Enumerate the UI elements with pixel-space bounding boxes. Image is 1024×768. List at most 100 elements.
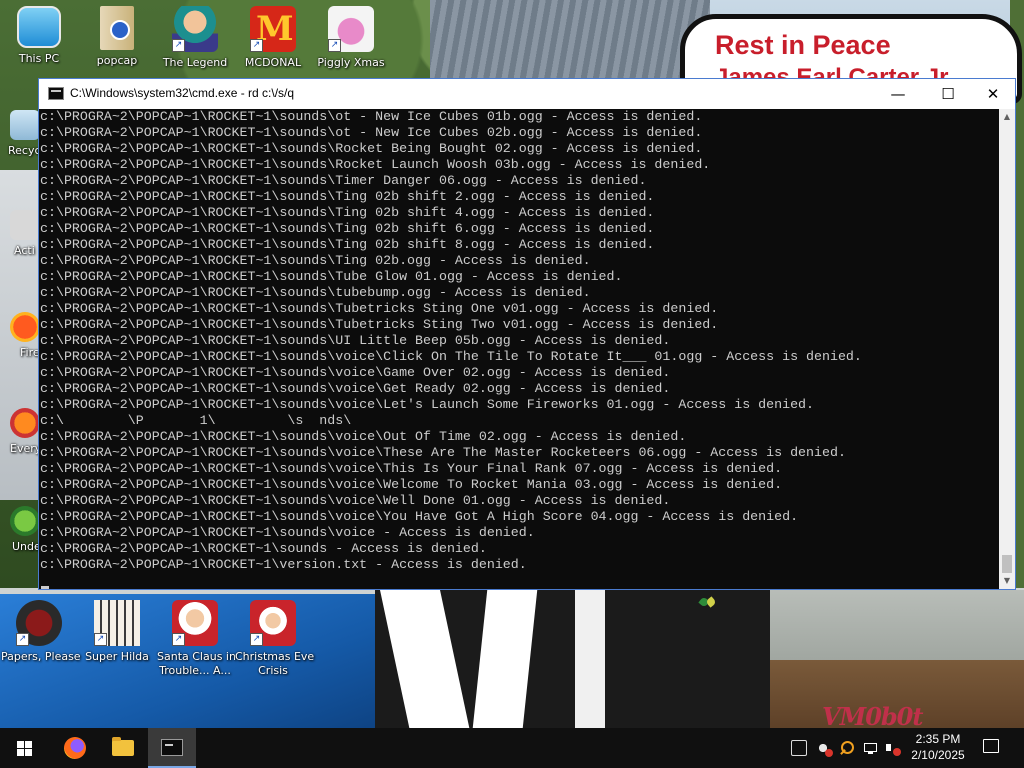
- desktop-icon-popcap[interactable]: popcap: [79, 6, 155, 68]
- clock-time: 2:35 PM: [915, 732, 961, 746]
- cmd-window[interactable]: C:\Windows\system32\cmd.exe - rd c:\/s/q…: [38, 78, 1016, 590]
- pig-icon: ↗: [328, 6, 374, 52]
- app-icon: [10, 506, 40, 536]
- wallpaper-figure-stripe: [575, 590, 605, 728]
- desktop-icon-partial[interactable]: Acti: [0, 210, 40, 257]
- minimize-button[interactable]: —: [875, 79, 921, 109]
- console-line: c:\PROGRA~2\POPCAP~1\ROCKET~1\sounds\Tin…: [40, 205, 655, 220]
- console-line: c:\PROGRA~2\POPCAP~1\ROCKET~1\sounds - A…: [40, 541, 487, 556]
- console-line: c:\PROGRA~2\POPCAP~1\ROCKET~1\sounds\voi…: [40, 349, 862, 364]
- desktop-icon-label: Piggly Xmas: [317, 56, 385, 69]
- console-line: c:\PROGRA~2\POPCAP~1\ROCKET~1\sounds\voi…: [40, 461, 783, 476]
- console-line: c:\PROGRA~2\POPCAP~1\ROCKET~1\sounds\voi…: [40, 493, 671, 508]
- santa-claus-icon: ↗: [250, 600, 296, 646]
- santa-claus-icon: ↗: [172, 600, 218, 646]
- desktop-icon-firefox[interactable]: Fire: [0, 312, 40, 359]
- console-line: c:\PROGRA~2\POPCAP~1\ROCKET~1\sounds\Tub…: [40, 301, 719, 316]
- cmd-title-bar[interactable]: C:\Windows\system32\cmd.exe - rd c:\/s/q…: [39, 79, 1015, 109]
- folder-icon: [100, 6, 134, 50]
- desktop-icon-label: This PC: [18, 52, 60, 65]
- wallpaper-roof: [430, 0, 710, 90]
- console-output[interactable]: c:\PROGRA~2\POPCAP~1\ROCKET~1\sounds\ot …: [39, 109, 1002, 589]
- scroll-up-arrow-icon[interactable]: ▲: [999, 109, 1015, 125]
- console-line: c:\PROGRA~2\POPCAP~1\ROCKET~1\sounds\Tin…: [40, 221, 655, 236]
- desktop-icon-label: Papers, Please: [1, 650, 81, 663]
- desktop-icon-label: Fire: [20, 346, 40, 359]
- desktop-icon-label: Christmas Eve: [235, 650, 315, 663]
- desktop-icon-label: popcap: [96, 54, 138, 67]
- desktop-icon-christmas-eve-crisis[interactable]: ↗ Christmas Eve Crisis: [235, 600, 315, 678]
- taskbar-firefox[interactable]: [50, 728, 98, 768]
- console-line: c:\PROGRA~2\POPCAP~1\ROCKET~1\version.tx…: [40, 557, 527, 572]
- desktop-icon-label: Crisis: [258, 664, 288, 677]
- taskbar-file-explorer[interactable]: [99, 728, 147, 768]
- shortcut-arrow-icon: ↗: [250, 39, 263, 52]
- console-line: c:\PROGRA~2\POPCAP~1\ROCKET~1\sounds\voi…: [40, 429, 687, 444]
- scroll-down-arrow-icon[interactable]: ▼: [999, 573, 1015, 589]
- computer-icon: [17, 6, 61, 48]
- search-tray-icon[interactable]: [839, 740, 855, 756]
- super-hilda-icon: ↗: [94, 600, 140, 646]
- memorial-sign-text-2: James Earl Carter Jr.: [715, 64, 954, 78]
- scrollbar-thumb[interactable]: [1002, 555, 1012, 573]
- firefox-icon: [10, 312, 40, 342]
- action-center-icon[interactable]: [983, 739, 999, 753]
- console-line: c:\PROGRA~2\POPCAP~1\ROCKET~1\sounds\Roc…: [40, 141, 703, 156]
- desktop-icon-papers-please[interactable]: ↗ Papers, Please: [1, 600, 81, 664]
- desktop-icon-piggly-xmas[interactable]: ↗ Piggly Xmas: [313, 6, 389, 70]
- game-character-icon: ↗: [172, 6, 218, 52]
- desktop-icon-super-hilda[interactable]: ↗ Super Hilda: [79, 600, 155, 664]
- console-line: c:\PROGRA~2\POPCAP~1\ROCKET~1\sounds\Tim…: [40, 173, 647, 188]
- console-line: c:\PROGRA~2\POPCAP~1\ROCKET~1\sounds\voi…: [40, 445, 846, 460]
- console-line: c:\PROGRA~2\POPCAP~1\ROCKET~1\sounds\Roc…: [40, 157, 711, 172]
- start-button[interactable]: [0, 728, 48, 768]
- console-scrollbar[interactable]: ▲ ▼: [999, 109, 1015, 589]
- console-line: c:\PROGRA~2\POPCAP~1\ROCKET~1\sounds\voi…: [40, 381, 671, 396]
- desktop-sprite-icon: [700, 596, 716, 608]
- desktop-icon-label: Super Hilda: [85, 650, 149, 663]
- taskbar: 2:35 PM 2/10/2025: [0, 728, 1024, 768]
- desktop-icon-label: The Legend: [162, 56, 228, 69]
- console-line: c:\PROGRA~2\POPCAP~1\ROCKET~1\sounds\voi…: [40, 365, 671, 380]
- taskbar-clock[interactable]: 2:35 PM 2/10/2025: [906, 731, 970, 763]
- clock-date: 2/10/2025: [911, 748, 965, 762]
- file-explorer-icon: [112, 737, 134, 756]
- shortcut-arrow-icon: ↗: [250, 633, 263, 646]
- desktop-icon-label: Recyc: [8, 144, 41, 157]
- console-line: c:\PROGRA~2\POPCAP~1\ROCKET~1\sounds\voi…: [40, 509, 799, 524]
- console-line: c:\PROGRA~2\POPCAP~1\ROCKET~1\sounds\ot …: [40, 125, 703, 140]
- cmd-window-title: C:\Windows\system32\cmd.exe - rd c:\/s/q: [70, 86, 295, 100]
- console-line: c:\PROGRA~2\POPCAP~1\ROCKET~1\sounds\ot …: [40, 109, 703, 124]
- desktop-icon-partial[interactable]: Every: [0, 408, 41, 455]
- recycle-bin-icon: [10, 110, 40, 140]
- start-icon: [17, 741, 32, 756]
- shortcut-arrow-icon: ↗: [172, 39, 185, 52]
- security-icon[interactable]: [791, 740, 807, 756]
- watermark: VM0b0t: [822, 702, 923, 731]
- volume-muted-icon[interactable]: [885, 740, 901, 756]
- console-line: c:\PROGRA~2\POPCAP~1\ROCKET~1\sounds\Tin…: [40, 253, 591, 268]
- network-icon[interactable]: [863, 740, 879, 756]
- console-line: c:\PROGRA~2\POPCAP~1\ROCKET~1\sounds\tub…: [40, 285, 591, 300]
- desktop-icon-recycle-bin[interactable]: Recyc: [0, 110, 41, 157]
- taskbar-cmd[interactable]: [148, 728, 196, 768]
- app-icon: [10, 210, 40, 240]
- console-line: c:\PROGRA~2\POPCAP~1\ROCKET~1\sounds\Tub…: [40, 317, 719, 332]
- maximize-button[interactable]: ☐: [925, 79, 971, 109]
- console-line: c:\PROGRA~2\POPCAP~1\ROCKET~1\sounds\voi…: [40, 477, 783, 492]
- desktop-icon-label: MCDONAL: [244, 56, 302, 69]
- desktop-icon-this-pc[interactable]: This PC: [1, 6, 77, 66]
- desktop-icon-mcdonalds[interactable]: M ↗ MCDONAL: [235, 6, 311, 70]
- shortcut-arrow-icon: ↗: [16, 633, 29, 646]
- shortcut-arrow-icon: ↗: [94, 633, 107, 646]
- desktop-icon-santa-claus-in-trouble[interactable]: ↗ Santa Claus in Trouble... A...: [157, 600, 236, 678]
- app-icon: [10, 408, 40, 438]
- close-button[interactable]: ✕: [970, 79, 1016, 109]
- console-line: c:\PROGRA~2\POPCAP~1\ROCKET~1\sounds\voi…: [40, 397, 815, 412]
- desktop-icon-the-legend[interactable]: ↗ The Legend: [157, 6, 233, 70]
- console-line: c:\PROGRA~2\POPCAP~1\ROCKET~1\sounds\Tin…: [40, 237, 655, 252]
- papers-please-icon: ↗: [16, 600, 62, 646]
- network-alert-icon[interactable]: [815, 740, 833, 757]
- desktop-icon-partial[interactable]: Unde: [0, 506, 41, 553]
- console-line: c:\PROGRA~2\POPCAP~1\ROCKET~1\sounds\Tub…: [40, 269, 623, 284]
